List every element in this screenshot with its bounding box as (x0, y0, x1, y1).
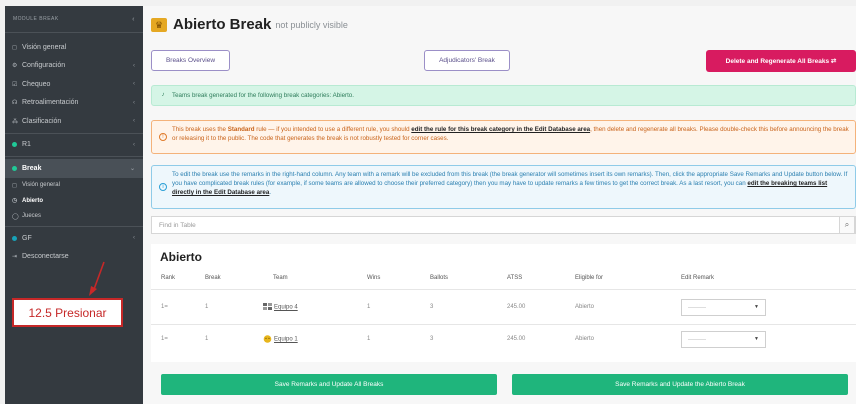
cell-eligible: Abierto (575, 336, 595, 342)
breaks-overview-button[interactable]: Breaks Overview (151, 50, 230, 71)
team-emoji-icon (263, 335, 272, 343)
cell-break: 1 (205, 304, 209, 310)
edit-rule-link[interactable]: edit the rule for this break category in… (411, 126, 590, 133)
column-header-edit-remark[interactable]: Edit Remark (681, 275, 714, 281)
info-icon: ! (159, 133, 167, 141)
cell-rank: 1= (161, 336, 168, 342)
remark-select[interactable]: --------- ▼ (681, 299, 766, 316)
bell-icon: ♪ (161, 92, 165, 98)
cell-ballots: 3 (430, 336, 434, 342)
column-header-break[interactable]: Break (205, 275, 221, 281)
main-content: ♛ Abierto Break not publicly visible Bre… (143, 6, 856, 404)
search-icon[interactable]: ⌕ (839, 216, 855, 234)
warning-alert: ! This break uses the Standard rule — if… (151, 120, 856, 154)
save-abierto-break-button[interactable]: Save Remarks and Update the Abierto Brea… (512, 374, 848, 395)
column-header-rank[interactable]: Rank (161, 275, 175, 281)
cell-team: Equipo 1 (263, 335, 298, 343)
cell-atss: 245.00 (507, 304, 526, 310)
column-header-ballots[interactable]: Ballots (430, 275, 448, 281)
cell-wins: 1 (367, 304, 371, 310)
page-title-text: Abierto Break (173, 16, 272, 33)
info-icon: i (159, 183, 167, 191)
cell-atss: 245.00 (507, 336, 526, 342)
caret-down-icon: ▼ (754, 336, 759, 342)
cell-team: Equipo 4 (263, 303, 298, 311)
delete-regenerate-button[interactable]: Delete and Regenerate All Breaks ⇄ (706, 50, 856, 72)
adjudicators-break-button[interactable]: Adjudicators' Break (424, 50, 510, 71)
table-search: Find in Table ⌕ (151, 216, 856, 234)
app-frame: MODULE BREAK ‹ ◻ Visión general ⚙ Config… (0, 0, 856, 404)
annotation-arrow (89, 261, 105, 296)
table-divider (151, 324, 856, 325)
info-alert: i To edit the break use the remarks in t… (151, 165, 856, 209)
column-header-team[interactable]: Team (273, 275, 288, 281)
table-divider (151, 289, 856, 290)
cell-ballots: 3 (430, 304, 434, 310)
search-input[interactable]: Find in Table (159, 222, 196, 229)
warning-text: This break uses the (172, 126, 228, 133)
table-title: Abierto (160, 250, 202, 264)
cell-wins: 1 (367, 336, 371, 342)
break-table-card: Abierto Rank Break Team Wins Ballots ATS… (151, 244, 856, 362)
cell-break: 1 (205, 336, 209, 342)
remark-select-value: --------- (688, 304, 706, 311)
warning-text: rule — if you intended to use a differen… (254, 126, 412, 133)
remark-select[interactable]: --------- ▼ (681, 331, 766, 348)
team-icon (263, 303, 272, 310)
column-header-eligible[interactable]: Eligible for (575, 275, 603, 281)
column-header-wins[interactable]: Wins (367, 275, 380, 281)
info-text: . (269, 189, 272, 196)
caret-down-icon: ▼ (754, 304, 759, 310)
column-header-atss[interactable]: ATSS (507, 275, 522, 281)
cell-eligible: Abierto (575, 304, 595, 310)
team-link[interactable]: Equipo 1 (274, 337, 298, 343)
remark-select-value: --------- (688, 336, 706, 343)
rule-name: Standard (227, 126, 255, 133)
success-alert: ♪ Teams break generated for the followin… (151, 85, 856, 106)
visibility-note: not publicly visible (275, 19, 348, 30)
save-all-breaks-button[interactable]: Save Remarks and Update All Breaks (161, 374, 497, 395)
team-link[interactable]: Equipo 4 (274, 305, 298, 311)
success-alert-text: Teams break generated for the following … (172, 92, 354, 99)
cell-rank: 1= (161, 304, 168, 310)
annotation-callout: 12.5 Presionar (12, 298, 123, 327)
trophy-icon: ♛ (151, 17, 167, 32)
page-title: ♛ Abierto Break not publicly visible (151, 16, 348, 33)
